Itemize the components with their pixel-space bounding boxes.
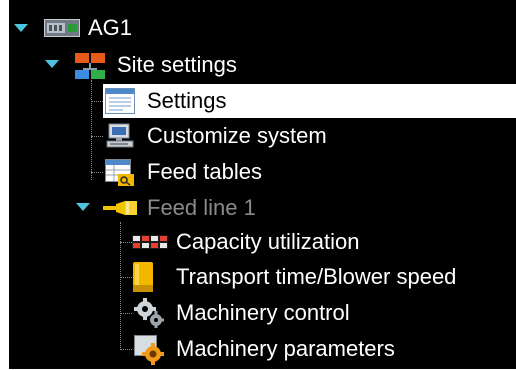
tree-node-label: Customize system: [147, 123, 327, 148]
tree-node-label: Machinery control: [176, 300, 350, 325]
window-border: [0, 0, 9, 369]
expand-toggle-icon[interactable]: [76, 203, 90, 211]
tree-guide-line: [91, 172, 103, 173]
feed-pipe-icon: [103, 199, 139, 222]
tree-node-label: Capacity utilization: [176, 229, 360, 254]
tree-guide-line: [91, 80, 92, 180]
tree-node-feed-line-1[interactable]: Feed line 1: [103, 191, 303, 225]
tree-view: AG1 Site settings Settings Customize sys…: [0, 0, 516, 369]
tree-guide-line: [120, 242, 132, 243]
tree-guide-line: [120, 349, 132, 350]
tree-node-transport-time-blower-speed[interactable]: Transport time/Blower speed: [132, 260, 516, 294]
capacity-grid-icon: [132, 234, 168, 255]
tree-node-capacity-utilization[interactable]: Capacity utilization: [132, 225, 422, 259]
tree-node-label: AG1: [88, 15, 133, 40]
tree-node-label: Site settings: [117, 52, 237, 77]
tree-node-feed-tables[interactable]: Feed tables: [103, 155, 353, 189]
tree-node-label: Feed tables: [147, 159, 262, 184]
tree-node-site-settings[interactable]: Site settings: [73, 48, 293, 82]
tree-guide-line: [91, 136, 103, 137]
expand-toggle-icon[interactable]: [14, 24, 28, 32]
tree-node-machinery-control[interactable]: Machinery control: [132, 296, 412, 330]
tree-guide-line: [120, 277, 132, 278]
expand-toggle-icon[interactable]: [45, 60, 59, 68]
tree-node-customize-system[interactable]: Customize system: [103, 119, 403, 153]
network-icon: [73, 52, 107, 85]
machinery-settings-icon: [134, 335, 164, 370]
tree-node-label: Settings: [147, 88, 227, 113]
table-icon: [105, 159, 135, 192]
gears-icon: [134, 298, 164, 333]
computer-icon: [105, 123, 135, 154]
blower-icon: [132, 261, 154, 298]
tree-node-machinery-parameters[interactable]: Machinery parameters: [132, 332, 452, 366]
window-icon: [105, 88, 135, 119]
tree-guide-line: [91, 101, 103, 102]
tree-node-label: Feed line 1: [147, 195, 256, 220]
tree-guide-line: [120, 313, 132, 314]
tree-node-label: Transport time/Blower speed: [176, 264, 457, 289]
device-icon: [44, 19, 80, 42]
tree-node-label: Machinery parameters: [176, 336, 395, 361]
tree-node-settings[interactable]: Settings: [103, 84, 516, 118]
tree-node-ag1[interactable]: AG1: [44, 11, 244, 45]
